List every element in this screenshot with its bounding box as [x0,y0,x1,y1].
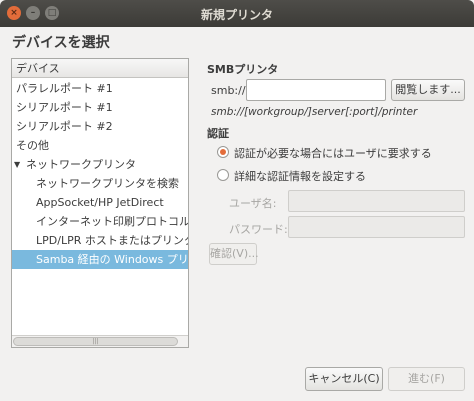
list-item-label: LPD/LPR ホストまたはプリンター [36,234,188,247]
scrollbar-thumb[interactable]: ||| [13,337,178,346]
list-item-label: その他 [16,139,49,152]
username-field[interactable] [288,190,465,212]
list-item-label: ネットワークプリンタ [26,158,136,171]
smb-section-title: SMBプリンタ [207,63,279,76]
title-bar: × – □ 新規プリンタ [0,0,474,27]
forward-button[interactable]: 進む(F) [388,367,465,391]
list-item-label: シリアルポート #2 [16,120,113,133]
device-list-header[interactable]: デバイス [12,59,188,78]
verify-button[interactable]: 確認(V)... [209,243,259,265]
page-title: デバイスを選択 [12,35,110,51]
list-item-label: シリアルポート #1 [16,101,113,114]
smb-url-input[interactable] [246,79,386,101]
list-item-appsocket[interactable]: AppSocket/HP JetDirect [12,193,188,212]
cancel-button[interactable]: キャンセル(C) [305,367,383,391]
list-item-ipp[interactable]: インターネット印刷プロトコル (ip [12,212,188,231]
radio-prompt-auth[interactable] [217,146,229,158]
device-list[interactable]: デバイス パラレルポート #1 シリアルポート #1 シリアルポート #2 その… [11,58,189,348]
password-field[interactable] [288,216,465,238]
smb-url-hint: smb://[workgroup/]server[:port]/printer [211,106,418,118]
auth-section-title: 認証 [207,127,229,140]
expander-down-icon[interactable]: ▼ [14,155,20,174]
window-title: 新規プリンタ [200,8,273,22]
radio-set-auth[interactable] [217,169,229,181]
list-item-label: Samba 経由の Windows プリンタ [36,253,188,266]
browse-button[interactable]: 閲覧します... [391,79,465,101]
list-item-label: パラレルポート #1 [16,82,113,95]
list-item-lpd-lpr[interactable]: LPD/LPR ホストまたはプリンター [12,231,188,250]
grip-icon: ||| [92,338,99,345]
list-item-serial-port-1[interactable]: シリアルポート #1 [12,98,188,117]
smb-url-label: smb:// [211,84,246,97]
list-item-other[interactable]: その他 [12,136,188,155]
list-item-label: インターネット印刷プロトコル (ip [36,215,188,228]
list-item-label: AppSocket/HP JetDirect [36,196,164,209]
username-label: ユーザ名: [229,197,277,210]
list-item-find-network-printer[interactable]: ネットワークプリンタを検索 [12,174,188,193]
radio-prompt-auth-label[interactable]: 認証が必要な場合にはユーザに要求する [234,145,432,161]
list-item-serial-port-2[interactable]: シリアルポート #2 [12,117,188,136]
list-item-label: ネットワークプリンタを検索 [36,177,179,190]
list-item-samba-windows[interactable]: Samba 経由の Windows プリンタ [12,250,188,269]
radio-set-auth-label[interactable]: 詳細な認証情報を設定する [234,168,366,184]
list-item-network-printer[interactable]: ▼ ネットワークプリンタ [12,155,188,174]
list-item-parallel-port-1[interactable]: パラレルポート #1 [12,79,188,98]
horizontal-scrollbar[interactable]: ||| [12,335,188,347]
password-label: パスワード: [229,223,288,236]
